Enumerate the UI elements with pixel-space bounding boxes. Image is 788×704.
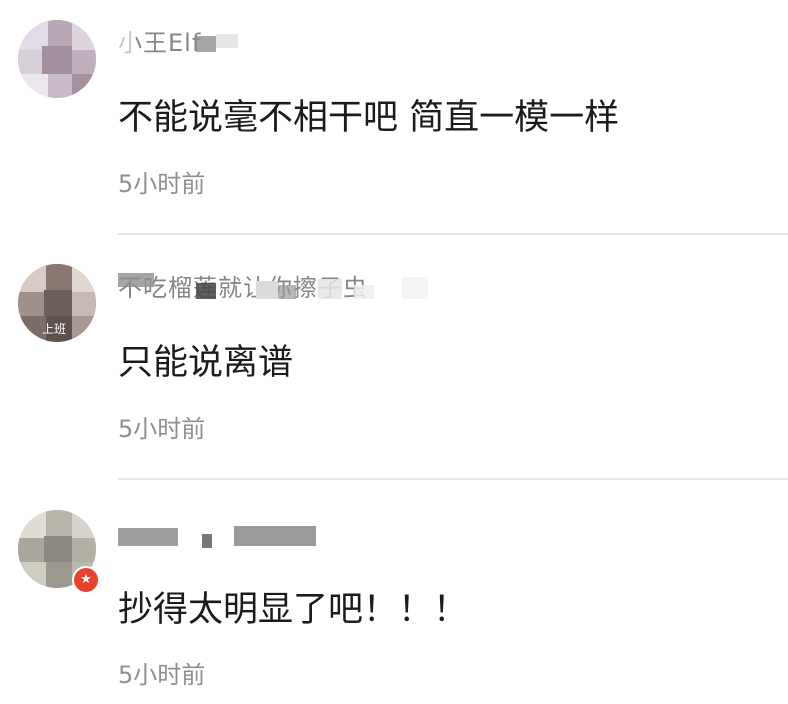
comment-time: 5小时前 — [118, 170, 206, 198]
comment-time: 5小时前 — [118, 415, 206, 443]
avatar[interactable] — [18, 20, 96, 98]
avatar[interactable]: 上班 — [18, 264, 96, 342]
comment-text: 只能说离谱 — [118, 343, 294, 383]
comment-text: 抄得太明显了吧！！！ — [118, 590, 469, 630]
comment-item: 小王Elf 不能说毫不相干吧 简直一模一样 5小时前 — [0, 0, 788, 235]
username[interactable]: 小王Elf — [118, 28, 448, 58]
comment-time: 5小时前 — [118, 661, 206, 689]
username[interactable] — [118, 522, 448, 552]
username[interactable]: 不吃榴莲就让你擦子虫 — [118, 273, 448, 303]
avatar-label: 上班 — [42, 322, 67, 336]
comment-item: ★ 抄得太明显了吧！！！ 5小时前 — [0, 480, 788, 704]
comment-item: 上班 不吃榴莲就让你擦子虫 只能说离谱 5小时前 — [0, 235, 788, 480]
comment-text: 不能说毫不相干吧 简直一模一样 — [118, 98, 620, 138]
verified-badge-icon: ★ — [72, 566, 100, 594]
